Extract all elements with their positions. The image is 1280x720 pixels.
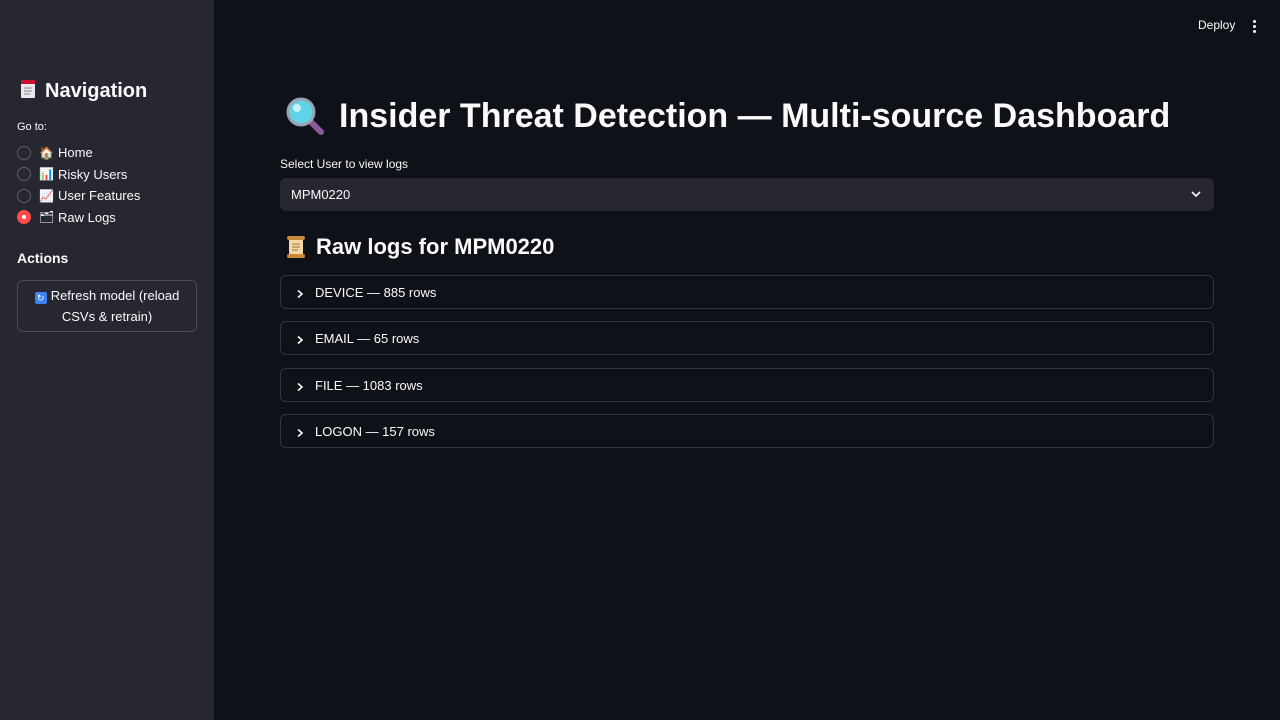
refresh-label-line-1: Refresh model (reload	[50, 288, 180, 303]
chevron-right-icon	[295, 426, 305, 438]
bar-chart-icon: 📊	[39, 167, 54, 182]
sidebar-title: Navigation	[19, 79, 147, 104]
refresh-label-line-2: CSVs & retrain)	[61, 309, 153, 324]
expander-label: FILE — 1083 rows	[315, 377, 423, 393]
scroll-icon	[284, 234, 308, 260]
page-title-text: Insider Threat Detection — Multi-source …	[339, 96, 1171, 135]
house-icon: 🏠	[39, 145, 54, 160]
expander-label: EMAIL — 65 rows	[315, 330, 420, 346]
sidebar: Navigation Go to: 🏠 Home 📊 Risky Users 📈…	[0, 0, 214, 720]
chevron-down-icon	[1190, 188, 1202, 200]
nav-item-risky-users[interactable]: 📊 Risky Users	[17, 164, 140, 186]
nav-item-label: User Features	[58, 188, 141, 204]
select-user-label: Select User to view logs	[280, 157, 409, 171]
nav-item-user-features[interactable]: 📈 User Features	[17, 185, 140, 207]
page-title: Insider Threat Detection — Multi-source …	[285, 96, 1170, 136]
nav-item-raw-logs[interactable]: 🗂 Raw Logs	[17, 207, 140, 229]
nav-item-label: Risky Users	[58, 166, 128, 182]
refresh-model-button[interactable]: ↻ Refresh model (reload CSVs & retrain)	[17, 280, 197, 332]
chevron-right-icon	[295, 287, 305, 299]
select-user-value: MPM0220	[291, 187, 351, 202]
refresh-icon: ↻	[34, 292, 47, 304]
nav-item-label: Raw Logs	[58, 209, 116, 225]
radio-button[interactable]	[17, 188, 31, 203]
raw-logs-heading: Raw logs for MPM0220	[284, 234, 554, 260]
radio-button-selected[interactable]	[17, 210, 31, 225]
sidebar-title-text: Navigation	[45, 80, 148, 102]
goto-label: Go to:	[17, 121, 47, 133]
radio-button[interactable]	[17, 145, 31, 160]
page-icon	[19, 79, 37, 104]
deploy-button[interactable]: Deploy	[1190, 16, 1243, 34]
nav-item-label: Home	[58, 145, 93, 161]
expander-device[interactable]: DEVICE — 885 rows	[280, 275, 1214, 309]
raw-logs-heading-text: Raw logs for MPM0220	[316, 234, 555, 259]
kebab-menu-icon[interactable]	[1246, 16, 1262, 36]
nav-radio-group: 🏠 Home 📊 Risky Users 📈 User Features 🗂 R…	[17, 142, 140, 228]
nav-item-home[interactable]: 🏠 Home	[17, 142, 140, 164]
expander-email[interactable]: EMAIL — 65 rows	[280, 321, 1214, 355]
select-user-dropdown[interactable]: MPM0220	[280, 178, 1214, 211]
radio-button[interactable]	[17, 167, 31, 182]
chevron-right-icon	[295, 380, 305, 392]
expander-label: LOGON — 157 rows	[315, 423, 435, 439]
expander-logon[interactable]: LOGON — 157 rows	[280, 414, 1214, 448]
trend-chart-icon: 📈	[39, 188, 54, 203]
folder-icon: 🗂	[39, 210, 55, 225]
expander-file[interactable]: FILE — 1083 rows	[280, 368, 1214, 402]
expander-label: DEVICE — 885 rows	[315, 284, 437, 300]
magnifier-icon	[285, 96, 325, 136]
actions-heading: Actions	[17, 250, 69, 266]
chevron-right-icon	[295, 333, 305, 345]
